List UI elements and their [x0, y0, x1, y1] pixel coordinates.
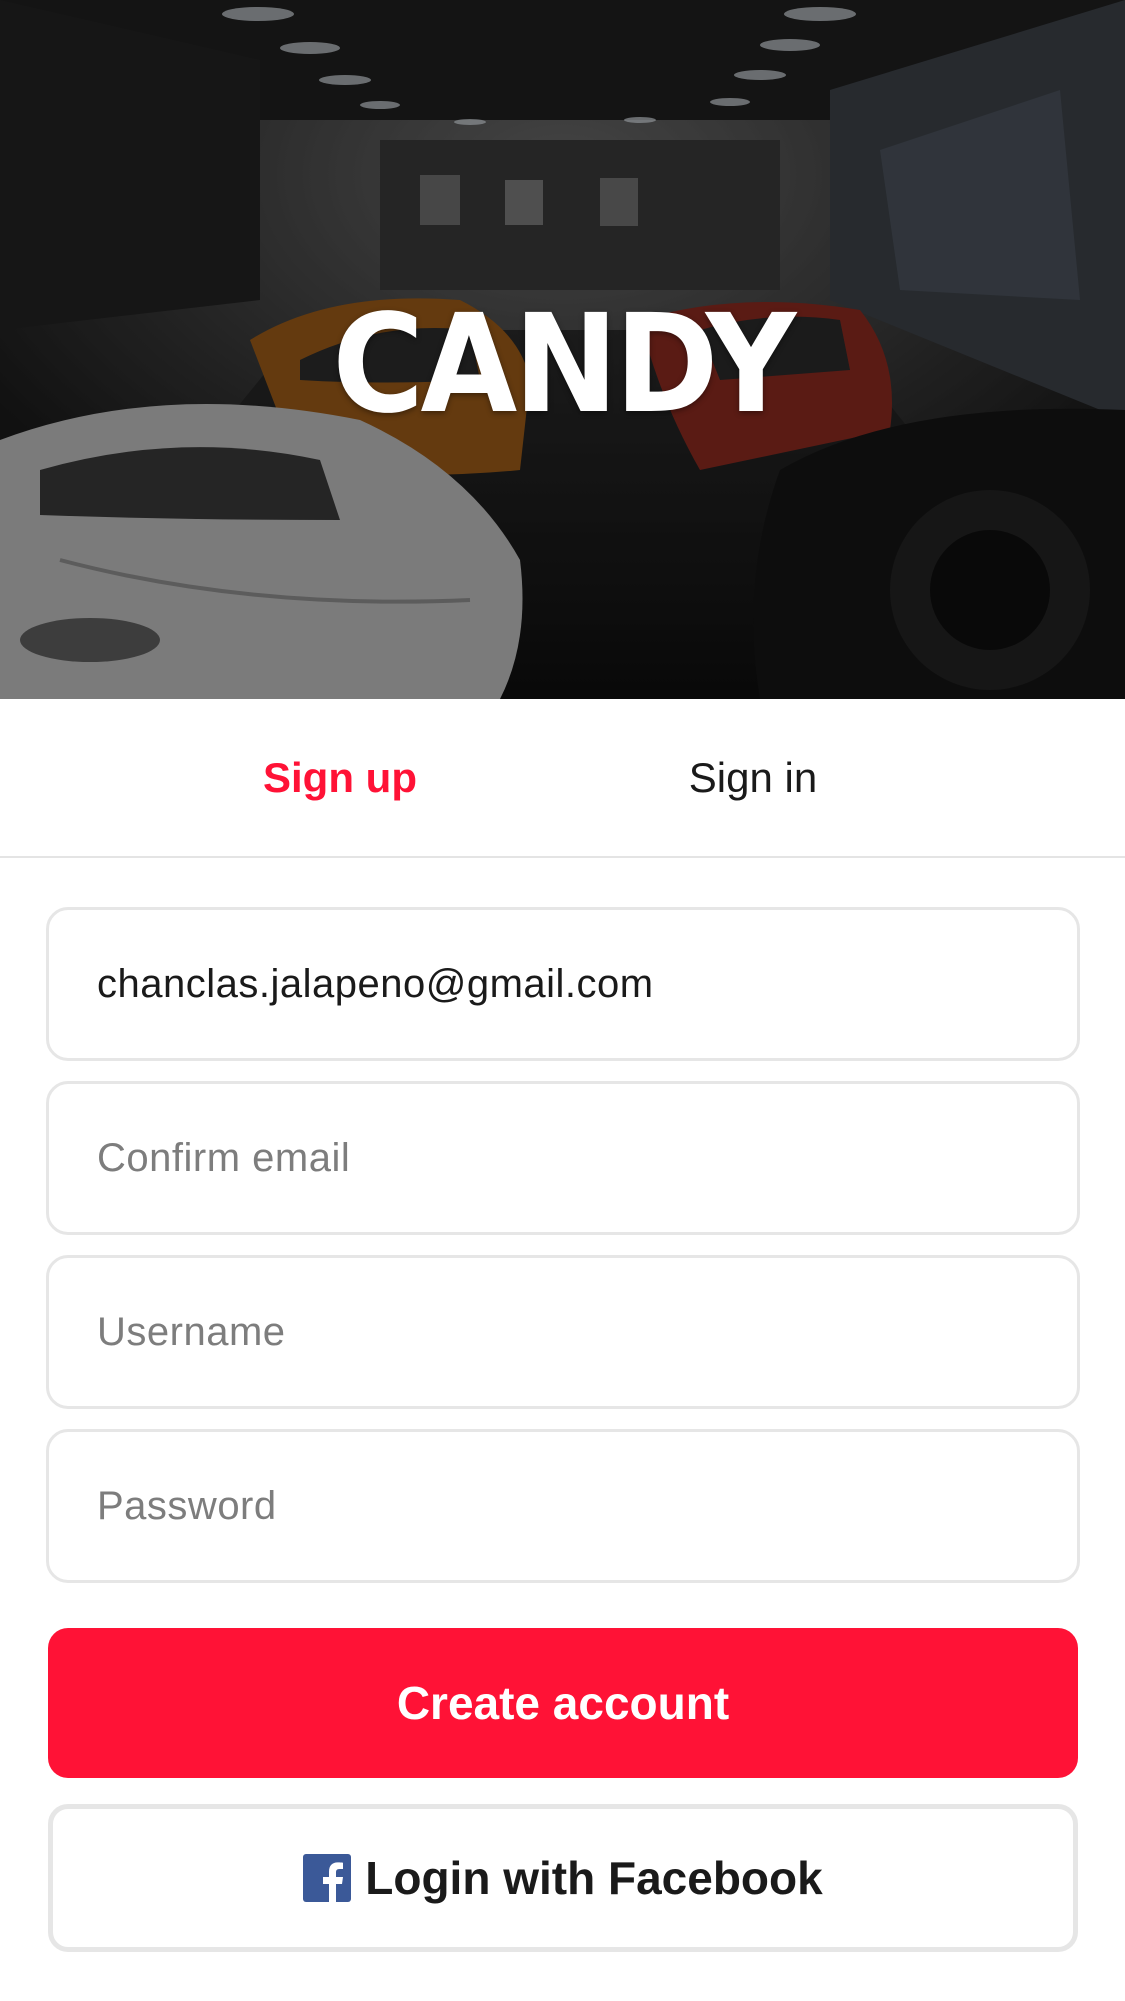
app-logo-title: CANDY	[332, 286, 796, 444]
create-account-button[interactable]: Create account	[48, 1628, 1078, 1778]
confirm-email-input[interactable]	[49, 1084, 1077, 1232]
confirm-email-field-container	[46, 1081, 1080, 1235]
signup-screen: CANDY Sign up Sign in Create account Log…	[0, 0, 1125, 2001]
username-input[interactable]	[49, 1258, 1077, 1406]
facebook-icon	[303, 1854, 352, 1902]
tab-sign-up[interactable]: Sign up	[190, 699, 490, 856]
tab-sign-in[interactable]: Sign in	[603, 699, 903, 856]
hero-banner: CANDY	[0, 0, 1125, 699]
username-field-container	[46, 1255, 1080, 1409]
login-with-facebook-button[interactable]: Login with Facebook	[48, 1804, 1078, 1952]
email-field-container	[46, 907, 1080, 1061]
email-input[interactable]	[49, 910, 1077, 1058]
facebook-button-label: Login with Facebook	[365, 1852, 823, 1904]
auth-tabs: Sign up Sign in	[0, 699, 1125, 858]
password-field-container	[46, 1429, 1080, 1583]
password-input[interactable]	[49, 1432, 1077, 1580]
